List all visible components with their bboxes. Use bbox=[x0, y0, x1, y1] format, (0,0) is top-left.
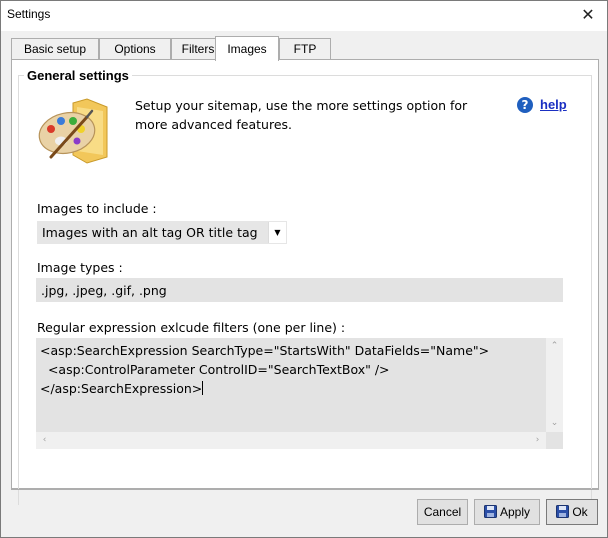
regex-filters-label: Regular expression exlcude filters (one … bbox=[37, 320, 346, 335]
group-title: General settings bbox=[24, 68, 132, 83]
horizontal-scrollbar[interactable]: ‹ › bbox=[36, 432, 546, 449]
window-title: Settings bbox=[7, 7, 51, 21]
scroll-left-icon[interactable]: ‹ bbox=[36, 432, 53, 449]
text-caret bbox=[202, 381, 204, 395]
scroll-corner bbox=[546, 432, 563, 449]
intro-line-1: Setup your sitemap, use the more setting… bbox=[135, 98, 468, 113]
ok-button[interactable]: Ok bbox=[546, 499, 598, 525]
tab-basic-setup[interactable]: Basic setup bbox=[11, 38, 99, 60]
help-link[interactable]: help bbox=[540, 97, 567, 112]
palette-folder-icon bbox=[38, 98, 108, 164]
tab-images[interactable]: Images bbox=[215, 36, 279, 61]
apply-button[interactable]: Apply bbox=[474, 499, 540, 525]
regex-line-1: <asp:SearchExpression SearchType="Starts… bbox=[40, 343, 490, 358]
scroll-right-icon[interactable]: › bbox=[529, 432, 546, 449]
settings-window: Settings ✕ Basic setup Options Filters I… bbox=[0, 0, 608, 538]
help-icon[interactable]: ? bbox=[517, 97, 533, 113]
images-to-include-value: Images with an alt tag OR title tag bbox=[42, 225, 258, 240]
images-to-include-label: Images to include : bbox=[37, 201, 157, 216]
regex-filters-text: <asp:SearchExpression SearchType="Starts… bbox=[40, 341, 540, 398]
dropdown-arrow-icon[interactable]: ▼ bbox=[268, 222, 286, 243]
images-to-include-select[interactable]: Images with an alt tag OR title tag ▼ bbox=[37, 221, 287, 244]
floppy-disk-icon bbox=[483, 505, 497, 518]
footer-separator bbox=[11, 489, 599, 490]
intro-line-2: more advanced features. bbox=[135, 117, 293, 132]
floppy-disk-icon bbox=[556, 505, 570, 518]
ok-button-label: Ok bbox=[572, 505, 588, 519]
image-types-input[interactable] bbox=[36, 278, 563, 302]
cancel-button-label: Cancel bbox=[423, 505, 462, 519]
close-icon[interactable]: ✕ bbox=[575, 3, 601, 27]
image-types-label: Image types : bbox=[37, 260, 123, 275]
tab-ftp[interactable]: FTP bbox=[279, 38, 331, 60]
regex-filters-textarea[interactable]: <asp:SearchExpression SearchType="Starts… bbox=[36, 338, 563, 449]
scroll-up-icon[interactable]: ⌃ bbox=[546, 338, 563, 355]
tab-options[interactable]: Options bbox=[99, 38, 171, 60]
regex-line-3: </asp:SearchExpression> bbox=[40, 381, 203, 396]
regex-line-2: <asp:ControlParameter ControlID="SearchT… bbox=[40, 362, 390, 377]
title-bar: Settings ✕ bbox=[1, 1, 607, 31]
scroll-down-icon[interactable]: ⌄ bbox=[546, 415, 563, 432]
vertical-scrollbar[interactable]: ⌃ ⌄ bbox=[546, 338, 563, 432]
intro-text: Setup your sitemap, use the more setting… bbox=[135, 96, 495, 134]
cancel-button[interactable]: Cancel bbox=[417, 499, 468, 525]
apply-button-label: Apply bbox=[499, 505, 531, 519]
